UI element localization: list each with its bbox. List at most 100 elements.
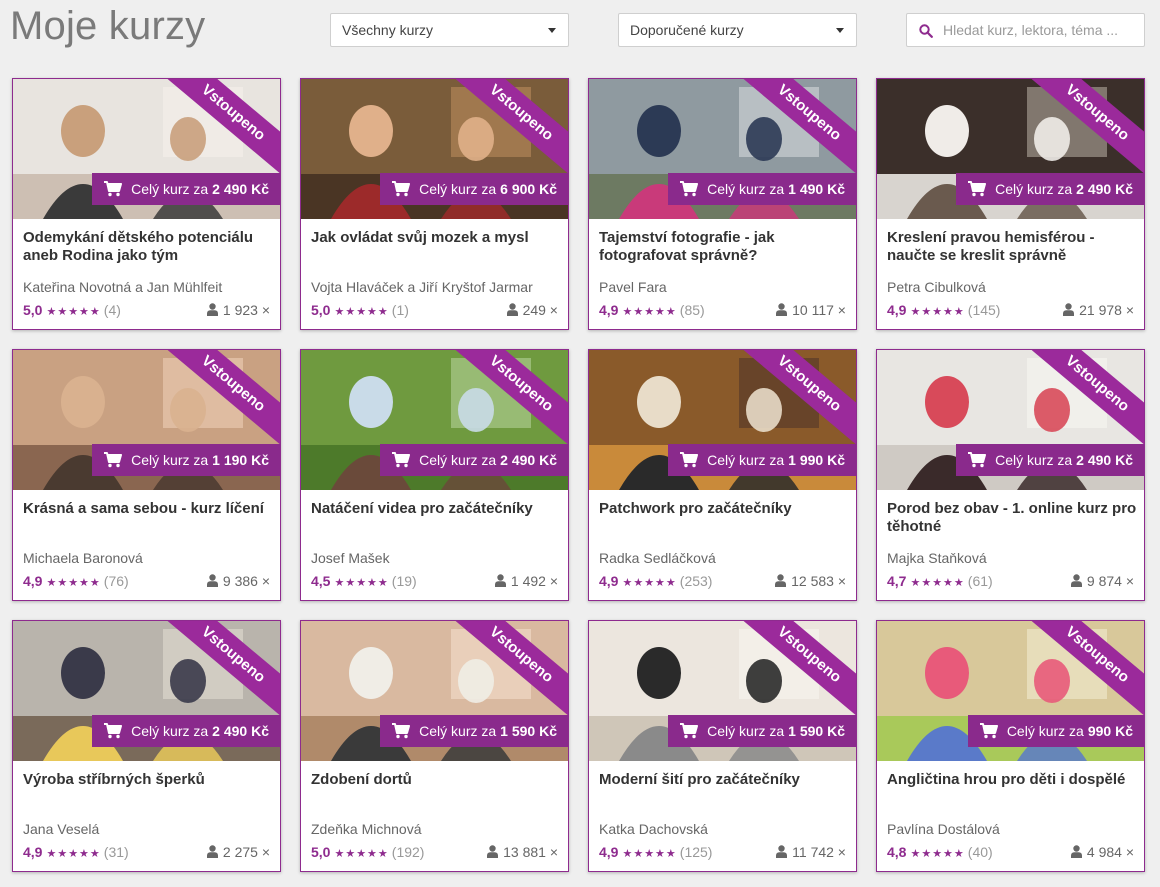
buy-course-button[interactable]: Celý kurz za 1 590 Kč (380, 715, 568, 747)
course-thumbnail[interactable]: Vstoupeno Celý kurz za 1 590 Kč (301, 621, 568, 761)
search-box[interactable] (906, 13, 1145, 47)
price-prefix: Celý kurz za (995, 452, 1073, 468)
buy-course-button[interactable]: Celý kurz za 1 590 Kč (668, 715, 856, 747)
course-price: 2 490 Kč (1076, 181, 1133, 197)
course-thumbnail[interactable]: Vstoupeno Celý kurz za 1 190 Kč (13, 350, 280, 490)
student-count-value: 10 117 × (792, 302, 846, 318)
buy-course-button[interactable]: Celý kurz za 1 490 Kč (668, 173, 856, 205)
student-count: 9 386 × (206, 573, 270, 589)
course-title[interactable]: Výroba stříbrných šperků (23, 771, 273, 789)
user-icon (494, 574, 506, 587)
student-count: 10 117 × (776, 302, 846, 318)
user-icon (776, 845, 788, 858)
review-count: (61) (967, 573, 993, 589)
course-thumbnail[interactable]: Vstoupeno Celý kurz za 2 490 Kč (13, 79, 280, 219)
course-info: Jak ovládat svůj mozek a mysl Vojta Hlav… (301, 219, 568, 329)
course-title[interactable]: Kreslení pravou hemisférou - naučte se k… (887, 229, 1137, 265)
buy-course-button[interactable]: Celý kurz za 990 Kč (967, 715, 1144, 747)
star-icons: ★★★★★ (622, 848, 677, 860)
course-thumbnail[interactable]: Vstoupeno Celý kurz za 2 490 Kč (301, 350, 568, 490)
course-author: Michaela Baronová (23, 550, 143, 566)
course-title[interactable]: Zdobení dortů (311, 771, 561, 789)
course-title[interactable]: Porod bez obav - 1. online kurz pro těho… (887, 500, 1137, 536)
course-thumbnail[interactable]: Vstoupeno Celý kurz za 1 990 Kč (589, 350, 856, 490)
course-thumbnail[interactable]: Vstoupeno Celý kurz za 990 Kč (877, 621, 1144, 761)
course-card[interactable]: Vstoupeno Celý kurz za 2 490 Kč Odemykání… (12, 78, 281, 330)
review-count: (85) (679, 302, 705, 318)
course-rating: 4,9 ★★★★★ (85) (599, 302, 705, 318)
cart-icon (104, 722, 123, 738)
course-card[interactable]: Vstoupeno Celý kurz za 2 490 Kč Výroba st… (12, 620, 281, 872)
rating-score: 4,8 (887, 844, 907, 860)
review-count: (4) (103, 302, 121, 318)
rating-score: 4,7 (887, 573, 907, 589)
course-author: Pavel Fara (599, 279, 667, 295)
course-title[interactable]: Tajemství fotografie - jak fotografovat … (599, 229, 849, 265)
course-sort-select[interactable]: Doporučené kurzy (618, 13, 857, 47)
course-thumbnail[interactable]: Vstoupeno Celý kurz za 2 490 Kč (877, 350, 1144, 490)
course-thumbnail[interactable]: Vstoupeno Celý kurz za 6 900 Kč (301, 79, 568, 219)
course-author: Petra Cibulková (887, 279, 986, 295)
review-count: (76) (103, 573, 129, 589)
course-author: Josef Mašek (311, 550, 390, 566)
user-icon (1070, 845, 1082, 858)
price-prefix: Celý kurz za (707, 181, 785, 197)
course-title[interactable]: Natáčení videa pro začátečníky (311, 500, 561, 518)
course-thumbnail[interactable]: Vstoupeno Celý kurz za 2 490 Kč (13, 621, 280, 761)
course-card[interactable]: Vstoupeno Celý kurz za 1 490 Kč Tajemství… (588, 78, 857, 330)
search-input[interactable] (943, 15, 1139, 45)
review-count: (253) (679, 573, 713, 589)
course-author: Majka Staňková (887, 550, 987, 566)
cart-icon (968, 451, 987, 467)
star-icons: ★★★★★ (910, 848, 965, 860)
rating-score: 4,9 (23, 573, 43, 589)
buy-course-button[interactable]: Celý kurz za 2 490 Kč (956, 444, 1144, 476)
course-filter-select[interactable]: Všechny kurzy (330, 13, 569, 47)
buy-course-button[interactable]: Celý kurz za 2 490 Kč (92, 173, 280, 205)
course-card[interactable]: Vstoupeno Celý kurz za 1 190 Kč Krásná a … (12, 349, 281, 601)
review-count: (125) (679, 844, 713, 860)
course-card[interactable]: Vstoupeno Celý kurz za 990 Kč Angličtina … (876, 620, 1145, 872)
star-icons: ★★★★★ (910, 306, 965, 318)
star-icons: ★★★★★ (334, 577, 389, 589)
course-filter-value: Všechny kurzy (342, 22, 434, 38)
course-title[interactable]: Patchwork pro začátečníky (599, 500, 849, 518)
course-card[interactable]: Vstoupeno Celý kurz za 1 990 Kč Patchwork… (588, 349, 857, 601)
course-title[interactable]: Krásná a sama sebou - kurz líčení (23, 500, 273, 518)
course-card[interactable]: Vstoupeno Celý kurz za 1 590 Kč Moderní š… (588, 620, 857, 872)
course-title[interactable]: Moderní šití pro začátečníky (599, 771, 849, 789)
course-thumbnail[interactable]: Vstoupeno Celý kurz za 2 490 Kč (877, 79, 1144, 219)
course-card[interactable]: Vstoupeno Celý kurz za 6 900 Kč Jak ovlád… (300, 78, 569, 330)
course-thumbnail[interactable]: Vstoupeno Celý kurz za 1 490 Kč (589, 79, 856, 219)
course-info: Patchwork pro začátečníky Radka Sedláčko… (589, 490, 856, 600)
course-card[interactable]: Vstoupeno Celý kurz za 2 490 Kč Porod bez… (876, 349, 1145, 601)
buy-course-button[interactable]: Celý kurz za 1 190 Kč (92, 444, 280, 476)
user-icon (206, 845, 218, 858)
buy-course-button[interactable]: Celý kurz za 2 490 Kč (380, 444, 568, 476)
price-prefix: Celý kurz za (131, 452, 209, 468)
course-thumbnail[interactable]: Vstoupeno Celý kurz za 1 590 Kč (589, 621, 856, 761)
buy-course-button[interactable]: Celý kurz za 1 990 Kč (668, 444, 856, 476)
review-count: (40) (967, 844, 993, 860)
page-header: Moje kurzy Všechny kurzy Doporučené kurz… (0, 0, 1160, 60)
cart-icon (392, 451, 411, 467)
course-info: Zdobení dortů Zdeňka Michnová 5,0 ★★★★★ (1… (301, 761, 568, 871)
buy-course-button[interactable]: Celý kurz za 2 490 Kč (956, 173, 1144, 205)
buy-course-button[interactable]: Celý kurz za 2 490 Kč (92, 715, 280, 747)
rating-score: 4,9 (887, 302, 907, 318)
course-card[interactable]: Vstoupeno Celý kurz za 2 490 Kč Natáčení … (300, 349, 569, 601)
user-icon (775, 574, 787, 587)
course-author: Jana Veselá (23, 821, 100, 837)
course-card[interactable]: Vstoupeno Celý kurz za 1 590 Kč Zdobení d… (300, 620, 569, 872)
course-price: 1 590 Kč (500, 723, 557, 739)
course-title[interactable]: Jak ovládat svůj mozek a mysl (311, 229, 561, 247)
student-count: 13 881 × (487, 844, 558, 860)
course-author: Vojta Hlaváček a Jiří Kryštof Jarmar (311, 279, 533, 295)
buy-course-button[interactable]: Celý kurz za 6 900 Kč (380, 173, 568, 205)
student-count-value: 12 583 × (791, 573, 846, 589)
course-card[interactable]: Vstoupeno Celý kurz za 2 490 Kč Kreslení … (876, 78, 1145, 330)
course-rating: 5,0 ★★★★★ (192) (311, 844, 424, 860)
course-title[interactable]: Odemykání dětského potenciálu aneb Rodin… (23, 229, 273, 265)
course-title[interactable]: Angličtina hrou pro děti i dospělé (887, 771, 1137, 789)
student-count-value: 249 × (522, 302, 558, 318)
